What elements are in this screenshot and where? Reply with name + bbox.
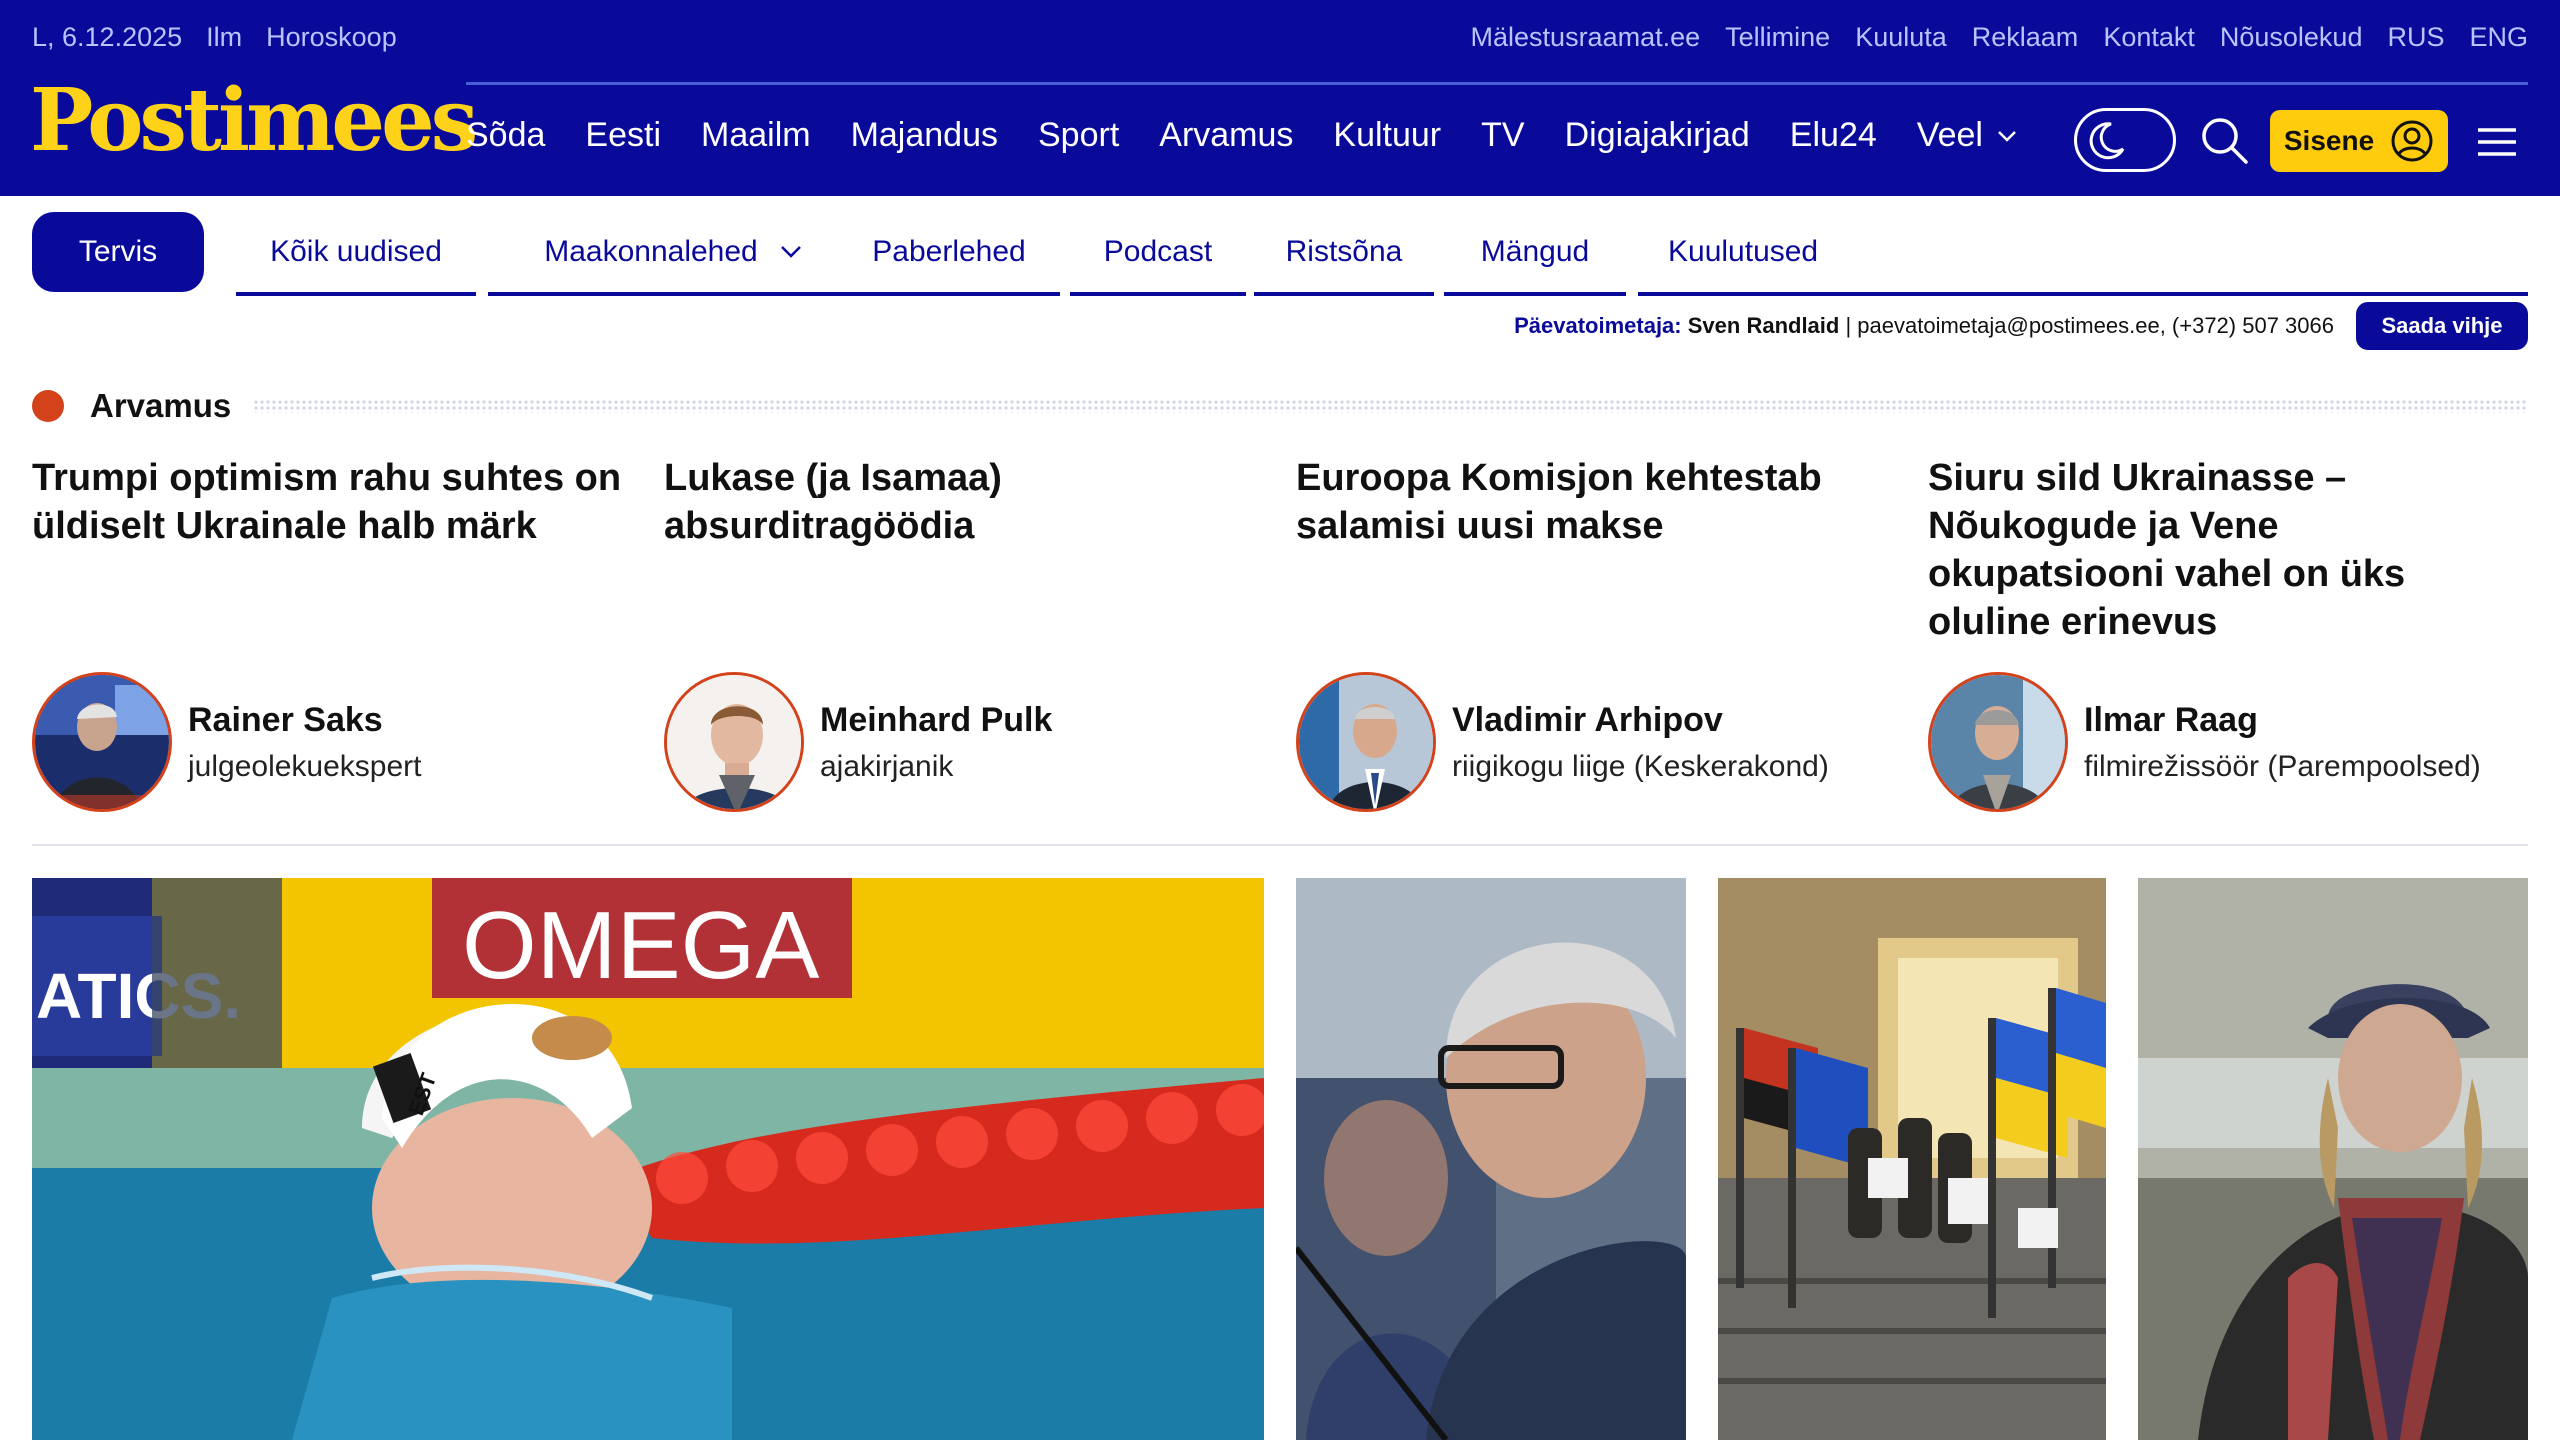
opinion-article[interactable]: Lukase (ja Isamaa) absurditragöödia xyxy=(664,454,1264,550)
author-role: riigikogu liige (Keskerakond) xyxy=(1452,749,1829,783)
current-date: L, 6.12.2025 xyxy=(32,22,183,52)
nav-item-war[interactable]: Sõda xyxy=(466,116,545,155)
author-name[interactable]: Ilmar Raag xyxy=(2084,701,2481,740)
opinion-section-header: Arvamus xyxy=(32,386,2528,426)
avatar xyxy=(32,672,172,812)
sub-nav: Tervis Kõik uudised Maakonnalehed Paberl… xyxy=(32,212,2528,296)
tab-crossword[interactable]: Ristsõna xyxy=(1254,212,1434,296)
tab-classifieds[interactable]: Kuulutused xyxy=(1638,212,2528,296)
author-info: Vladimir Arhipov riigikogu liige (Kesker… xyxy=(1452,701,1829,784)
article-image[interactable] xyxy=(1718,878,2106,1440)
toggle-knob xyxy=(2081,115,2131,165)
author-name[interactable]: Vladimir Arhipov xyxy=(1452,701,1829,740)
utility-nav-left: L, 6.12.2025 Ilm Horoskoop xyxy=(32,22,397,53)
logo-wordmark: Postimees xyxy=(30,70,478,171)
tab-health[interactable]: Tervis xyxy=(32,212,204,292)
daily-editor-info: Päevatoimetaja: Sven Randlaid | paevatoi… xyxy=(1514,313,2334,338)
chevron-down-icon xyxy=(1998,130,2016,142)
author-info: Meinhard Pulk ajakirjanik xyxy=(820,701,1052,784)
nav-item-elu24[interactable]: Elu24 xyxy=(1790,116,1877,155)
daily-editor-label: Päevatoimetaja: xyxy=(1514,313,1682,338)
utility-nav-right: Mälestusraamat.ee Tellimine Kuuluta Rekl… xyxy=(1471,22,2528,53)
daily-editor-name: Sven Randlaid xyxy=(1687,313,1840,338)
dotted-rule xyxy=(253,399,2528,413)
site-logo[interactable]: Postimees xyxy=(30,70,478,171)
memorial-link[interactable]: Mälestusraamat.ee xyxy=(1471,22,1701,53)
moon-icon xyxy=(2089,122,2125,160)
tab-games[interactable]: Mängud xyxy=(1444,212,1626,296)
section-divider xyxy=(32,844,2528,846)
nav-item-tv[interactable]: TV xyxy=(1481,116,1524,155)
tab-county-papers-label: Maakonnalehed xyxy=(544,235,758,268)
author-info: Rainer Saks julgeolekuekspert xyxy=(188,701,421,784)
article-title[interactable]: Euroopa Komisjon kehtestab salamisi uusi… xyxy=(1296,454,1896,550)
site-header: L, 6.12.2025 Ilm Horoskoop Mälestusraama… xyxy=(0,0,2560,196)
author-info: Ilmar Raag filmirežissöör (Parempoolsed) xyxy=(2084,701,2481,784)
nav-item-sport[interactable]: Sport xyxy=(1038,116,1119,155)
nav-item-world[interactable]: Maailm xyxy=(701,116,811,155)
avatar xyxy=(1928,672,2068,812)
tab-all-news[interactable]: Kõik uudised xyxy=(236,212,476,296)
banner-text-right: OMEGA xyxy=(462,892,819,999)
nav-more-label: Veel xyxy=(1916,116,1983,154)
author-name[interactable]: Rainer Saks xyxy=(188,701,421,740)
nav-item-economy[interactable]: Majandus xyxy=(851,116,998,155)
hamburger-menu-icon[interactable] xyxy=(2476,124,2518,160)
article-image[interactable] xyxy=(2138,878,2528,1440)
language-rus-link[interactable]: RUS xyxy=(2387,22,2444,53)
author-block[interactable]: Ilmar Raag filmirežissöör (Parempoolsed) xyxy=(1928,672,2548,812)
login-label: Sisene xyxy=(2283,125,2375,156)
login-button[interactable]: Sisene xyxy=(2270,110,2448,172)
opinion-article[interactable]: Siuru sild Ukrainasse – Nõukogude ja Ven… xyxy=(1928,454,2488,646)
lead-article-image[interactable]: ATICS. OMEGA EST xyxy=(32,878,1264,1440)
chevron-down-icon xyxy=(780,246,801,258)
nav-item-more[interactable]: Veel xyxy=(1917,116,2017,155)
subscribe-link[interactable]: Tellimine xyxy=(1725,22,1830,53)
author-role: filmirežissöör (Parempoolsed) xyxy=(2084,749,2481,783)
language-eng-link[interactable]: ENG xyxy=(2469,22,2528,53)
daily-editor-contact: paevatoimetaja@postimees.ee, (+372) 507 … xyxy=(1857,313,2334,338)
weather-link[interactable]: Ilm xyxy=(206,22,242,53)
article-title[interactable]: Trumpi optimism rahu suhtes on üldiselt … xyxy=(32,454,632,550)
author-block[interactable]: Vladimir Arhipov riigikogu liige (Kesker… xyxy=(1296,672,1916,812)
contact-link[interactable]: Kontakt xyxy=(2103,22,2195,53)
advertise-link[interactable]: Kuuluta xyxy=(1855,22,1947,53)
daily-editor-bar: Päevatoimetaja: Sven Randlaid | paevatoi… xyxy=(1514,302,2528,350)
send-tip-button[interactable]: Saada vihje xyxy=(2356,302,2528,350)
article-title[interactable]: Lukase (ja Isamaa) absurditragöödia xyxy=(664,454,1264,550)
search-icon[interactable] xyxy=(2198,114,2250,166)
consents-link[interactable]: Nõusolekud xyxy=(2220,22,2363,53)
avatar xyxy=(664,672,804,812)
main-nav: Sõda Eesti Maailm Majandus Sport Arvamus… xyxy=(466,116,2057,155)
author-block[interactable]: Rainer Saks julgeolekuekspert xyxy=(32,672,652,812)
tab-podcast[interactable]: Podcast xyxy=(1070,212,1246,296)
header-divider xyxy=(466,82,2528,85)
opinion-section-title[interactable]: Arvamus xyxy=(90,387,231,425)
horoscope-link[interactable]: Horoskoop xyxy=(266,22,397,53)
dark-mode-toggle[interactable] xyxy=(2074,108,2176,172)
avatar xyxy=(1296,672,1436,812)
nav-item-estonia[interactable]: Eesti xyxy=(585,116,661,155)
tab-county-papers[interactable]: Maakonnalehed xyxy=(488,212,858,296)
nav-item-opinion[interactable]: Arvamus xyxy=(1159,116,1293,155)
opinion-article[interactable]: Euroopa Komisjon kehtestab salamisi uusi… xyxy=(1296,454,1896,550)
user-icon xyxy=(2391,120,2433,162)
nav-item-digital-magazines[interactable]: Digiajakirjad xyxy=(1565,116,1750,155)
tab-print-papers[interactable]: Paberlehed xyxy=(838,212,1060,296)
author-role: ajakirjanik xyxy=(820,749,954,783)
ads-link[interactable]: Reklaam xyxy=(1972,22,2079,53)
section-dot xyxy=(32,390,64,422)
opinion-article[interactable]: Trumpi optimism rahu suhtes on üldiselt … xyxy=(32,454,632,550)
article-image[interactable] xyxy=(1296,878,1686,1440)
author-name[interactable]: Meinhard Pulk xyxy=(820,701,1052,740)
article-title[interactable]: Siuru sild Ukrainasse – Nõukogude ja Ven… xyxy=(1928,454,2488,646)
author-block[interactable]: Meinhard Pulk ajakirjanik xyxy=(664,672,1284,812)
author-role: julgeolekuekspert xyxy=(188,749,422,783)
nav-item-culture[interactable]: Kultuur xyxy=(1333,116,1441,155)
